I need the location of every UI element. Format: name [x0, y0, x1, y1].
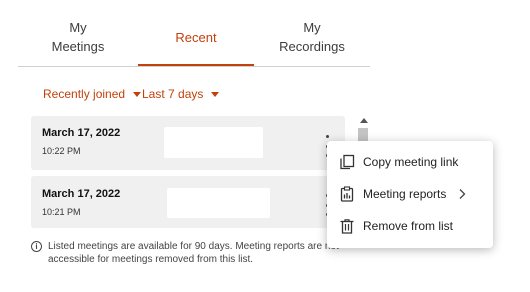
menu-item-meeting-reports[interactable]: Meeting reports	[327, 179, 493, 209]
scroll-up-icon[interactable]	[360, 118, 368, 123]
menu-item-label: Meeting reports	[363, 187, 447, 201]
tab-my-recordings-line2: Recordings	[279, 39, 345, 54]
tab-recent[interactable]: Recent	[138, 8, 254, 66]
tab-my-meetings[interactable]: My Meetings	[18, 8, 138, 66]
meeting-date: March 17, 2022	[42, 127, 121, 139]
tab-my-recordings-line1: My	[303, 20, 321, 35]
menu-item-copy-meeting-link[interactable]: Copy meeting link	[327, 147, 493, 177]
filter-range-dropdown[interactable]: Last 7 days	[142, 86, 220, 102]
meeting-title-placeholder	[164, 127, 263, 158]
menu-item-label: Copy meeting link	[363, 155, 459, 169]
filter-type-label: Recently joined	[43, 87, 126, 101]
tab-my-recordings[interactable]: My Recordings	[254, 8, 370, 66]
tab-recent-label: Recent	[175, 29, 217, 45]
menu-item-remove-from-list[interactable]: Remove from list	[327, 211, 493, 241]
trash-icon	[340, 219, 354, 234]
report-icon	[340, 186, 354, 202]
tab-my-meetings-line2: Meetings	[51, 39, 105, 54]
context-menu: Copy meeting link Meeting reports Remove…	[327, 141, 493, 248]
info-icon: i	[31, 241, 42, 252]
caret-down-icon	[133, 91, 142, 97]
caret-down-icon	[211, 91, 220, 97]
meeting-time: 10:22 PM	[42, 146, 81, 156]
tabs-divider	[18, 66, 370, 67]
meeting-card[interactable]: March 17, 2022 10:22 PM	[31, 116, 345, 170]
meeting-title-placeholder	[167, 188, 270, 218]
meeting-card[interactable]: March 17, 2022 10:21 PM	[31, 176, 345, 228]
tab-my-meetings-line1: My	[69, 20, 87, 35]
meeting-time: 10:21 PM	[42, 207, 81, 217]
copy-icon	[340, 154, 355, 170]
menu-item-label: Remove from list	[363, 219, 454, 233]
chevron-right-icon	[459, 189, 466, 199]
meeting-date: March 17, 2022	[42, 188, 121, 200]
filter-range-label: Last 7 days	[142, 87, 204, 101]
info-note: Listed meetings are available for 90 day…	[48, 241, 339, 265]
filter-type-dropdown[interactable]: Recently joined	[43, 86, 142, 102]
